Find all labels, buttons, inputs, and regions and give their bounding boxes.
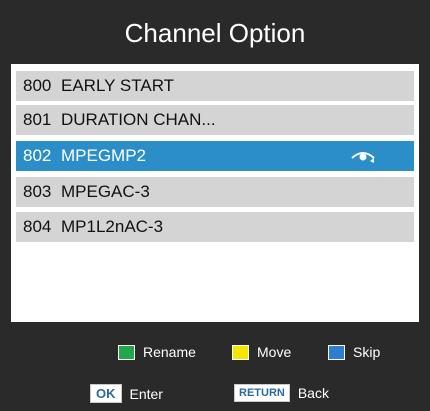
legend-rename: Rename — [118, 344, 196, 360]
skip-label: Skip — [353, 344, 381, 360]
channel-number: 803 — [23, 182, 52, 201]
yellow-key-icon — [232, 344, 249, 360]
back-label: Back — [297, 385, 329, 401]
footer-legend: Rename Move Skip OK Enter RETURN Back — [0, 322, 430, 411]
hint-enter: OK Enter — [90, 384, 163, 403]
move-label: Move — [257, 344, 292, 360]
channel-name: MP1L2nAC-3 — [61, 217, 164, 236]
return-key-icon: RETURN — [234, 384, 290, 402]
ok-key-icon: OK — [90, 384, 122, 403]
blue-key-icon — [328, 344, 345, 360]
channel-row-804[interactable]: 804 MP1L2nAC-3 — [16, 212, 414, 242]
channel-name: EARLY START — [61, 76, 175, 95]
channel-row-802-selected[interactable]: 802 MPEGMP2 — [16, 141, 414, 171]
channel-option-dialog: Channel Option 800 EARLY START 801 DURAT… — [0, 0, 430, 411]
channel-number: 804 — [23, 217, 52, 236]
channel-number: 800 — [23, 76, 52, 95]
legend-skip: Skip — [328, 344, 380, 360]
channel-name: DURATION CHAN... — [61, 110, 216, 129]
channel-row-801[interactable]: 801 DURATION CHAN... — [16, 105, 414, 135]
enter-label: Enter — [129, 385, 163, 402]
green-key-icon — [118, 344, 135, 360]
channel-number: 801 — [23, 110, 52, 129]
channel-name: MPEGMP2 — [61, 146, 147, 165]
legend-move: Move — [232, 344, 291, 360]
channel-name: MPEGAC-3 — [61, 182, 150, 201]
channel-row-803[interactable]: 803 MPEGAC-3 — [16, 177, 414, 207]
hint-back: RETURN Back — [234, 384, 329, 402]
dialog-title: Channel Option — [124, 17, 306, 48]
skip-eye-icon — [351, 152, 375, 163]
channel-row-800[interactable]: 800 EARLY START — [16, 71, 414, 101]
rename-label: Rename — [143, 344, 196, 360]
channel-number: 802 — [23, 146, 52, 165]
